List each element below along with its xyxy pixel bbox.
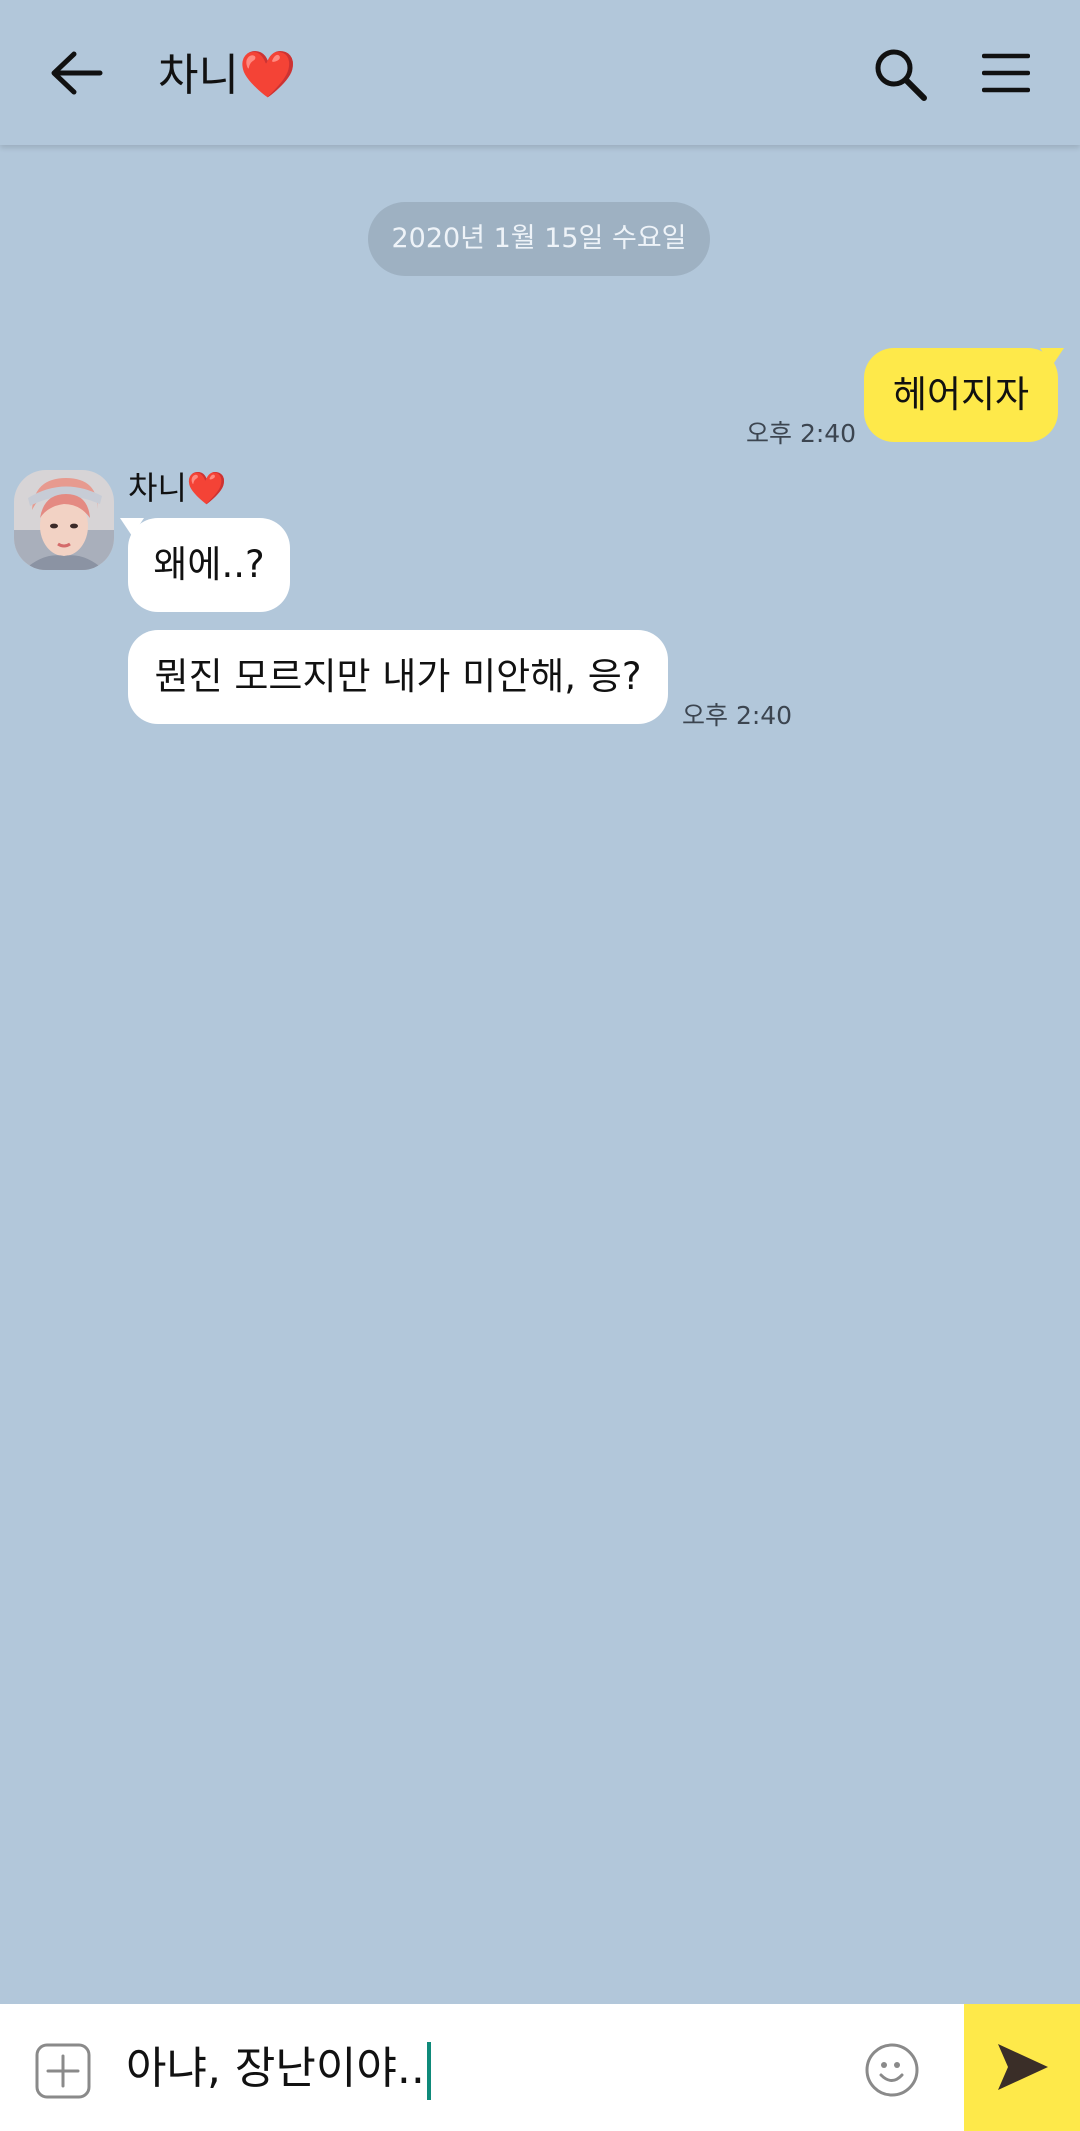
avatar[interactable] — [14, 470, 114, 570]
message-time: 오후 2:40 — [682, 701, 793, 730]
date-divider: 2020년 1월 15일 수요일 — [368, 202, 710, 276]
my-message-bubble[interactable]: 헤어지자 — [864, 348, 1058, 442]
chat-title-name: 차니 — [158, 50, 239, 101]
their-message-bubble[interactable]: 뭔진 모르지만 내가 미안해, 응? — [128, 630, 668, 724]
search-icon[interactable] — [872, 46, 928, 102]
send-arrow-icon — [998, 2044, 1048, 2090]
plus-square-icon[interactable] — [34, 2042, 92, 2100]
their-message-bubble[interactable]: 왜에..? — [128, 518, 290, 612]
bubble-tail — [1040, 348, 1064, 366]
message-input-text: 아냐, 장난이야.. — [126, 2043, 425, 2094]
message-time: 오후 2:40 — [746, 419, 857, 448]
message-composer: 아냐, 장난이야.. — [0, 2004, 1080, 2131]
smiley-icon[interactable] — [864, 2042, 920, 2098]
avatar-photo — [14, 470, 114, 570]
sender-name: 차니❤️ — [128, 466, 227, 510]
sender-name-text: 차니 — [128, 469, 187, 507]
message-input[interactable]: 아냐, 장난이야.. — [126, 2034, 826, 2104]
heart-emoji: ❤️ — [238, 47, 297, 101]
text-caret — [426, 2042, 431, 2100]
chat-title: 차니❤️ — [158, 44, 296, 106]
heart-emoji: ❤️ — [186, 469, 227, 507]
arrow-left-icon[interactable] — [48, 48, 104, 98]
send-button[interactable] — [964, 2004, 1080, 2131]
hamburger-menu-icon[interactable] — [982, 52, 1030, 94]
chat-header: 차니❤️ — [0, 0, 1080, 145]
